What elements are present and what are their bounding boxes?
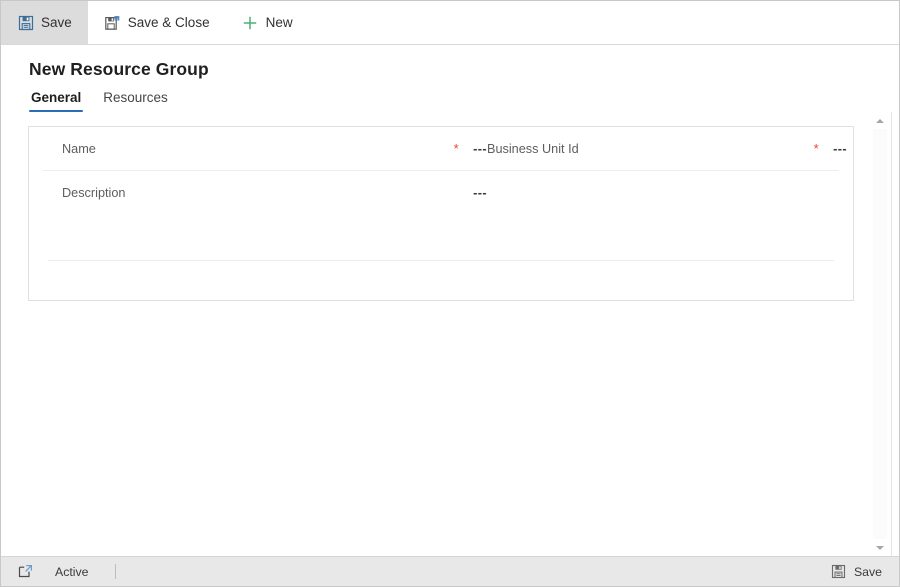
chevron-down-icon[interactable] (872, 539, 888, 556)
command-bar: Save Save & Close New (1, 1, 899, 45)
card-empty-space (43, 215, 839, 260)
status-bar: Active Save (1, 556, 899, 586)
field-name: Name * --- (62, 142, 487, 156)
card-empty-space-bottom (43, 261, 839, 306)
general-tab-section: Name * --- Business Unit Id * --- Descri… (28, 126, 854, 301)
scrollbar-track[interactable] (873, 129, 887, 539)
field-name-label: Name (62, 141, 96, 156)
form-body: Name * --- Business Unit Id * --- Descri… (1, 112, 899, 556)
floppy-disk-icon (831, 564, 847, 580)
chevron-up-icon[interactable] (872, 112, 888, 129)
status-bar-save-button[interactable]: Save (824, 561, 889, 583)
field-business-unit-id-required-marker: * (813, 141, 819, 156)
status-bar-separator (114, 564, 116, 579)
status-bar-save-label: Save (853, 564, 882, 579)
save-and-close-button[interactable]: Save & Close (88, 1, 226, 44)
field-business-unit-id-value[interactable]: --- (833, 142, 847, 156)
save-button-label: Save (41, 15, 72, 30)
tab-general[interactable]: General (29, 90, 84, 112)
form-vertical-scrollbar[interactable] (872, 112, 888, 556)
record-state-label: Active (55, 564, 89, 579)
new-button-label: New (265, 15, 293, 30)
arrow-down-glyph (876, 545, 884, 550)
page-title: New Resource Group (29, 59, 209, 79)
save-and-close-button-label: Save & Close (127, 15, 210, 30)
field-business-unit-id: Business Unit Id * --- (487, 142, 847, 156)
page-header: New Resource Group General Resources (1, 45, 899, 112)
form-row: Description --- (43, 171, 839, 215)
floppy-disk-close-icon (104, 14, 121, 31)
status-bar-left: Active (17, 564, 116, 580)
plus-icon (242, 14, 259, 31)
arrow-up-glyph (876, 118, 884, 123)
field-description-label: Description (62, 186, 126, 200)
form-window: Save Save & Close New New Resource Group… (0, 0, 900, 587)
field-business-unit-id-label: Business Unit Id (487, 141, 579, 156)
save-button[interactable]: Save (1, 1, 88, 44)
form-row: Name * --- Business Unit Id * --- (43, 127, 847, 171)
field-description-value[interactable]: --- (473, 186, 487, 200)
form-tab-list: General Resources (29, 90, 899, 112)
pop-out-icon[interactable] (17, 564, 33, 580)
tab-resources[interactable]: Resources (101, 90, 170, 112)
field-name-required-marker: * (453, 141, 459, 156)
field-name-value[interactable]: --- (473, 142, 487, 156)
scroll-area-divider (891, 112, 892, 556)
floppy-disk-icon (17, 14, 34, 31)
new-button[interactable]: New (226, 1, 309, 44)
tab-general-label: General (31, 90, 82, 105)
tab-resources-label: Resources (103, 90, 168, 105)
field-description: Description --- (62, 186, 487, 200)
